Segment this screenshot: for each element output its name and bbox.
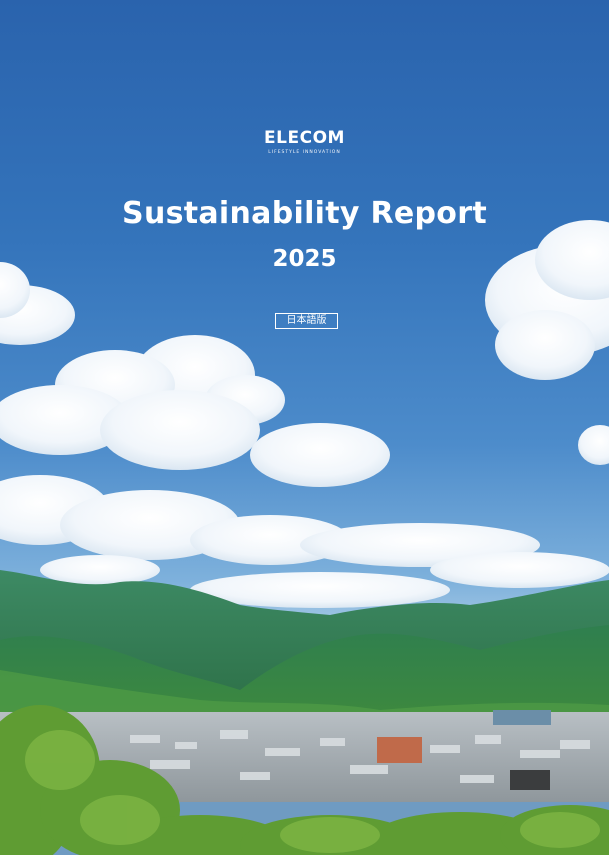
clouds	[0, 220, 609, 608]
brand-name: ELECOM	[264, 128, 345, 148]
report-title: Sustainability Report	[122, 196, 487, 231]
edition-badge: 日本語版	[275, 313, 338, 329]
brand-tagline: LIFESTYLE INNOVATION	[268, 150, 341, 155]
brand-logo: ELECOM LIFESTYLE INNOVATION	[0, 128, 609, 156]
report-cover: ELECOM LIFESTYLE INNOVATION Sustainabili…	[0, 0, 609, 855]
report-year: 2025	[272, 246, 337, 272]
